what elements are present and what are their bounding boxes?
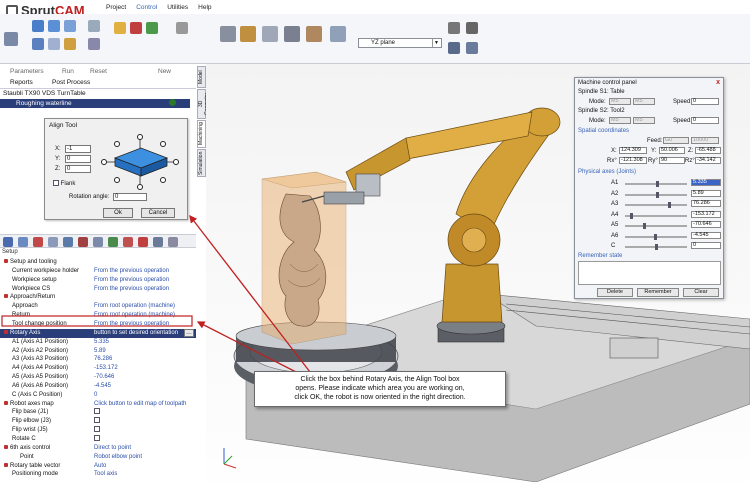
speed-label-2: Speed: (673, 118, 693, 124)
delete-button[interactable]: Delete (597, 288, 633, 297)
joint-label: C (611, 243, 616, 249)
spindle1-label: Spindle S1: Table (578, 89, 625, 95)
joint-slider[interactable] (625, 223, 687, 229)
mode-label-2: Mode: (589, 118, 606, 124)
remember-state-list[interactable] (578, 261, 721, 285)
status-bar (0, 482, 750, 501)
joint-value-input[interactable]: 0 (691, 242, 721, 249)
speed-label-1: Speed: (673, 99, 693, 105)
joint-value-input[interactable]: 5.89 (691, 189, 721, 197)
y-coord-input[interactable]: 50.006 (659, 147, 685, 154)
joint-label: A2 (611, 190, 619, 197)
feed-mode-select[interactable]: G0 (663, 137, 689, 144)
spindle2-label: Spindle S2: Tool2 (578, 108, 625, 114)
slider-thumb[interactable] (656, 181, 660, 187)
joint-value-input[interactable]: 5.335 (691, 179, 721, 186)
slider-thumb[interactable] (629, 212, 633, 219)
joint-slider[interactable] (625, 202, 687, 208)
instruction-callout: Click the box behind Rotary Axis, the Al… (254, 371, 506, 407)
machine-control-panel: Machine control panel x Spindle S1: Tabl… (574, 77, 724, 299)
joint-slider[interactable] (625, 233, 687, 240)
feed-input[interactable]: 10000 (691, 137, 719, 144)
callout-line-3: click OK, the robot is now oriented in t… (294, 394, 466, 401)
mode2-select[interactable]: M5 (609, 117, 631, 124)
joint-value-input[interactable]: -4.545 (691, 231, 721, 239)
callout-line-1: Click the box behind Rotary Axis, the Al… (300, 376, 460, 383)
slider-thumb[interactable] (654, 233, 658, 240)
rx-label: Rx° (607, 158, 617, 164)
slider-thumb[interactable] (656, 191, 660, 198)
ry-input[interactable]: 90 (659, 157, 685, 164)
callout-line-2: opens. Please indicate which area you ar… (295, 385, 465, 392)
mode-label-1: Mode: (589, 99, 606, 105)
feed-label: Feed: (647, 138, 663, 144)
panel-title: Machine control panel (578, 80, 637, 86)
slider-thumb[interactable] (643, 223, 646, 229)
joint-label: A3 (611, 201, 619, 207)
remember-state-header: Remember state (578, 253, 623, 259)
z-coord-label: Z: (688, 148, 694, 154)
x-coord-label: X: (611, 148, 617, 154)
joint-value-input[interactable]: -153.172 (691, 210, 721, 218)
rz-input[interactable]: -34.142 (695, 157, 721, 164)
joint-slider[interactable] (625, 212, 687, 219)
spatial-coordinates-header: Spatial coordinates (578, 128, 630, 134)
joint-slider[interactable] (625, 181, 687, 187)
ry-label: Ry° (648, 158, 658, 164)
rz-label: Rz° (685, 158, 695, 164)
slider-thumb[interactable] (668, 202, 672, 208)
slider-thumb[interactable] (655, 244, 658, 250)
x-coord-input[interactable]: 124.309 (619, 147, 647, 154)
joint-value-input[interactable]: -70.646 (691, 221, 721, 228)
clear-button[interactable]: Clear (683, 288, 719, 297)
joint-value-input[interactable]: 76.286 (691, 200, 721, 207)
joint-label: A5 (611, 222, 619, 228)
close-icon[interactable]: x (716, 79, 720, 86)
physical-axes-header: Physical axes (Joints) (578, 169, 637, 175)
joint-label: A4 (611, 211, 619, 218)
rx-input[interactable]: -121.308 (619, 157, 647, 164)
joint-slider[interactable] (625, 244, 687, 250)
speed1-input[interactable]: 0 (691, 98, 719, 105)
z-coord-input[interactable]: -65.488 (695, 147, 721, 154)
mode1-select[interactable]: M5 (609, 98, 631, 105)
speed2-input[interactable]: 0 (691, 117, 719, 124)
joint-slider[interactable] (625, 191, 687, 198)
joint-label: A1 (611, 180, 619, 186)
joint-label: A6 (611, 232, 619, 239)
mode2b-select[interactable]: M5 (633, 117, 655, 124)
remember-button[interactable]: Remember (637, 288, 679, 297)
mode1b-select[interactable]: M5 (633, 98, 655, 105)
y-coord-label: Y: (651, 148, 657, 154)
